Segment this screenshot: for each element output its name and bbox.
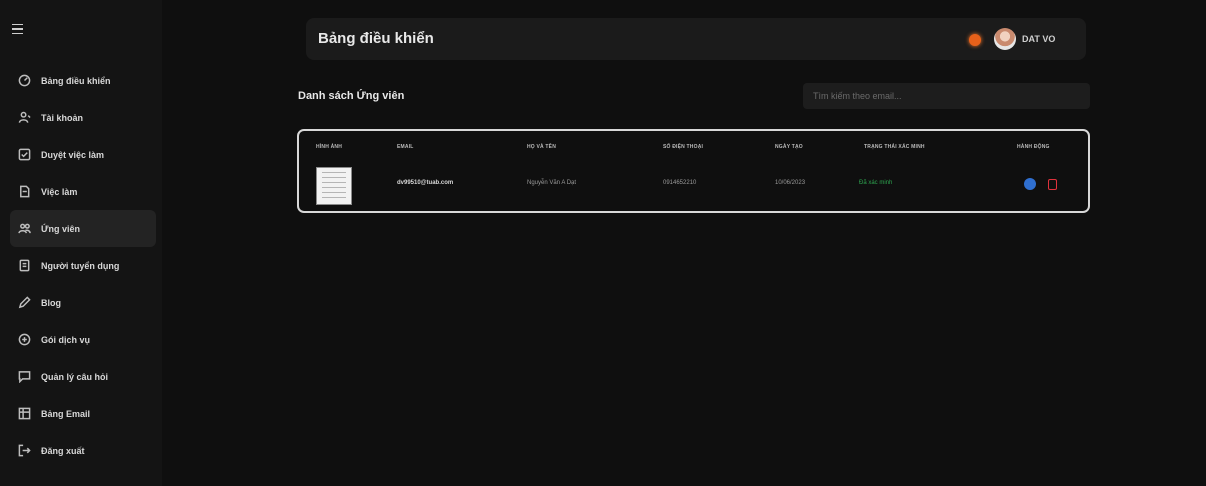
sidebar-item-blog[interactable]: Blog (10, 284, 156, 321)
sidebar-item-label: Người tuyển dụng (41, 260, 120, 271)
sidebar-item-label: Gói dịch vụ (41, 334, 91, 345)
sidebar-item-email-table[interactable]: Bảng Email (10, 395, 156, 432)
sidebar-item-label: Bảng điều khiển (41, 75, 111, 86)
column-header: TRẠNG THÁI XÁC MINH (864, 144, 925, 150)
column-header: HÌNH ẢNH (316, 144, 343, 150)
column-header: HỌ VÀ TÊN (527, 144, 557, 150)
candidate-phone: 0914652210 (663, 180, 697, 186)
notification-icon[interactable] (969, 34, 981, 46)
chat-icon (17, 370, 31, 384)
top-header: Bảng điều khiển DAT VO (306, 18, 1086, 60)
column-header: SỐ ĐIỆN THOẠI (663, 144, 704, 150)
sidebar-item-label: Đăng xuất (41, 445, 85, 456)
candidate-name: Nguyễn Văn A Dạt (527, 180, 577, 186)
sidebar-item-dashboard[interactable]: Bảng điều khiển (10, 62, 156, 99)
candidates-table: HÌNH ẢNH EMAIL HỌ VÀ TÊN SỐ ĐIỆN THOẠI N… (297, 129, 1090, 213)
column-header: HÀNH ĐỘNG (1017, 144, 1050, 150)
status-badge: Đã xác minh (859, 180, 893, 186)
candidate-created-date: 10/06/2023 (775, 180, 806, 186)
menu-toggle-icon[interactable] (12, 14, 42, 44)
column-header: NGÀY TẠO (775, 144, 803, 150)
search-input[interactable] (803, 83, 1090, 109)
candidate-cv-thumbnail[interactable] (316, 167, 352, 205)
package-icon (17, 333, 31, 347)
sidebar-item-recruiters[interactable]: Người tuyển dụng (10, 247, 156, 284)
sidebar-item-packages[interactable]: Gói dịch vụ (10, 321, 156, 358)
sidebar-item-label: Bảng Email (41, 408, 91, 419)
sidebar-item-label: Quản lý câu hỏi (41, 371, 109, 382)
section-title: Danh sách Ứng viên (298, 90, 405, 102)
sidebar-item-label: Duyệt việc làm (41, 149, 105, 160)
sidebar-item-logout[interactable]: Đăng xuất (10, 432, 156, 469)
sidebar-item-questions[interactable]: Quản lý câu hỏi (10, 358, 156, 395)
sidebar-item-job-approval[interactable]: Duyệt việc làm (10, 136, 156, 173)
page-title: Bảng điều khiển (318, 30, 434, 47)
delete-icon[interactable] (1048, 179, 1057, 190)
logout-icon (17, 444, 31, 458)
email-table-icon (17, 407, 31, 421)
sidebar-nav: Bảng điều khiển Tài khoản Duyệt việc làm… (0, 62, 162, 469)
sidebar-item-candidates[interactable]: Ứng viên (10, 210, 156, 247)
checklist-icon (17, 148, 31, 162)
dashboard-icon (17, 74, 31, 88)
column-header: EMAIL (397, 144, 414, 150)
sidebar-item-label: Blog (41, 297, 61, 308)
sidebar-item-jobs[interactable]: Việc làm (10, 173, 156, 210)
avatar[interactable] (994, 28, 1016, 50)
users-icon (17, 222, 31, 236)
view-icon[interactable] (1024, 178, 1036, 190)
sidebar: Bảng điều khiển Tài khoản Duyệt việc làm… (0, 0, 162, 486)
sidebar-item-label: Ứng viên (41, 223, 80, 234)
briefcase-icon (17, 185, 31, 199)
user-icon (17, 111, 31, 125)
pen-icon (17, 296, 31, 310)
sidebar-item-accounts[interactable]: Tài khoản (10, 99, 156, 136)
candidate-email: dv99510@tuab.com (397, 180, 454, 186)
sidebar-item-label: Việc làm (41, 186, 78, 197)
recruiter-icon (17, 259, 31, 273)
sidebar-item-label: Tài khoản (41, 112, 84, 123)
username[interactable]: DAT VO (1022, 34, 1055, 44)
